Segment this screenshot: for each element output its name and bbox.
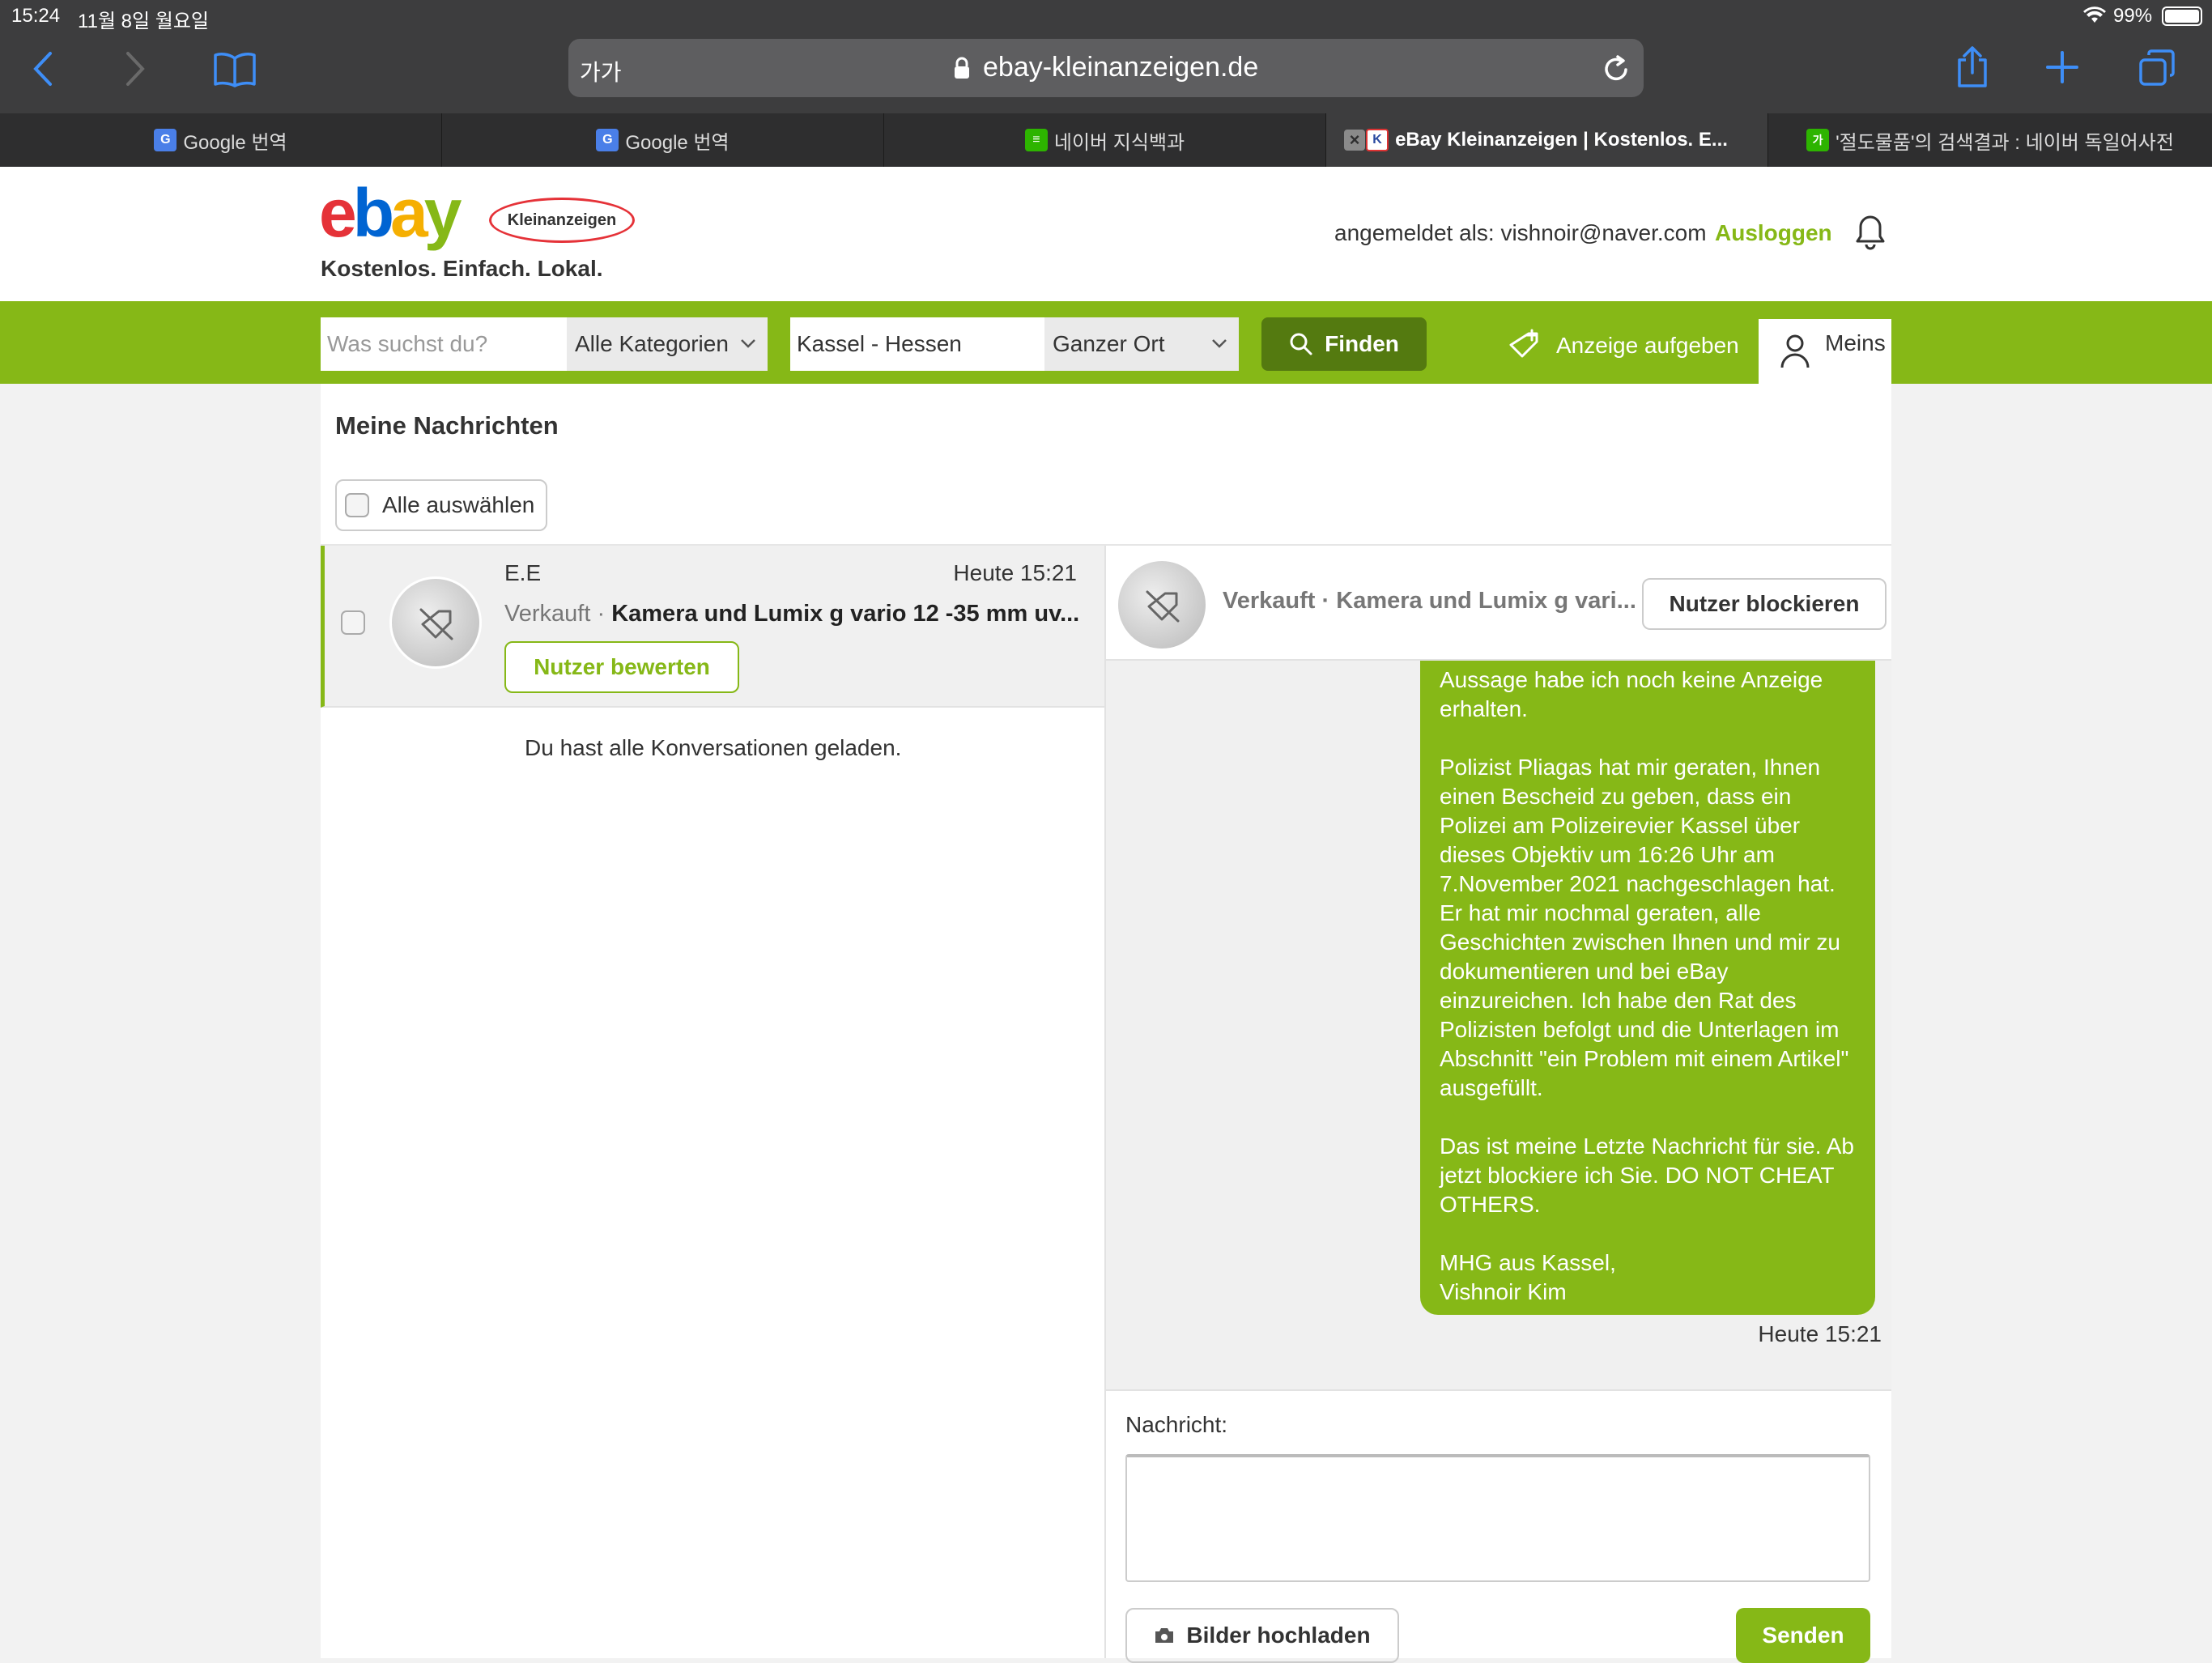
- browser-toolbar: 가가 ebay-kleinanzeigen.de: [0, 32, 2212, 113]
- message-paragraph: Aussage habe ich noch keine Anzeige erha…: [1440, 667, 1823, 721]
- compose-label: Nachricht:: [1125, 1412, 1228, 1437]
- battery-icon: [2162, 6, 2202, 26]
- tab-label: Google 번역: [625, 131, 730, 154]
- tab-naver-encyclopedia[interactable]: ≡ 네이버 지식백과: [884, 113, 1326, 167]
- add-tag-icon: [1509, 329, 1538, 358]
- message-time: Heute 15:21: [1758, 1321, 1882, 1346]
- tab-label: Google 번역: [183, 131, 287, 154]
- chat-header: Verkauft · Kamera und Lumix g vari... Nu…: [1106, 546, 1891, 661]
- address-bar[interactable]: 가가 ebay-kleinanzeigen.de: [568, 39, 1644, 97]
- select-all-label: Alle auswählen: [382, 492, 535, 517]
- reload-icon[interactable]: [1602, 53, 1631, 84]
- message-bubble: Aussage habe ich noch keine Anzeige erha…: [1420, 661, 1875, 1315]
- status-bar: 15:24 11월 8일 월요일 99%: [0, 0, 2212, 32]
- tab-google-translate-1[interactable]: G Google 번역: [0, 113, 442, 167]
- new-tab-icon[interactable]: [2045, 50, 2079, 84]
- conversation-checkbox[interactable]: [341, 610, 365, 635]
- bookmarks-icon[interactable]: [214, 52, 256, 87]
- chat-thread[interactable]: Aussage habe ich noch keine Anzeige erha…: [1106, 661, 1891, 1389]
- no-image-tag-icon: [1146, 590, 1180, 623]
- message-paragraph: Polizist Pliagas hat mir geraten, Ihnen …: [1440, 755, 1849, 1100]
- message-textarea[interactable]: [1125, 1454, 1870, 1582]
- tab-label: '절도물품'의 검색결과 : 네이버 독일어사전: [1836, 131, 2174, 154]
- sold-status: Verkauft: [504, 601, 591, 627]
- reader-text-size-button[interactable]: 가가: [580, 55, 622, 87]
- block-user-button[interactable]: Nutzer blockieren: [1642, 578, 1887, 630]
- subject-separator: ·: [597, 601, 606, 627]
- category-select-value: Alle Kategorien: [575, 331, 729, 356]
- chevron-down-icon: [741, 339, 755, 348]
- search-bar: Was suchst du? Alle Kategorien Kassel - …: [0, 301, 2212, 384]
- share-icon[interactable]: [1955, 45, 1990, 89]
- no-image-tag-icon: [419, 608, 453, 640]
- google-translate-icon: G: [596, 129, 619, 151]
- ebay-k-icon: K: [1366, 129, 1389, 151]
- forward-icon[interactable]: [123, 50, 147, 87]
- wifi-icon: [2083, 6, 2106, 23]
- tab-naver-dictionary[interactable]: 가 '절도물품'의 검색결과 : 네이버 독일어사전: [1768, 113, 2212, 167]
- status-time: 15:24: [11, 5, 61, 27]
- site-header: ebay Kleinanzeigen Kostenlos. Einfach. L…: [0, 167, 2212, 301]
- url-text: ebay-kleinanzeigen.de: [983, 52, 1259, 83]
- chat-subject: Kamera und Lumix g vari...: [1336, 588, 1636, 614]
- chat-sold-status: Verkauft: [1223, 588, 1316, 614]
- chat-avatar: [1116, 559, 1208, 651]
- find-button[interactable]: Finden: [1261, 317, 1427, 371]
- upload-images-button[interactable]: Bilder hochladen: [1125, 1608, 1399, 1663]
- search-input[interactable]: Was suchst du?: [321, 317, 567, 371]
- send-button[interactable]: Senden: [1736, 1608, 1870, 1663]
- naver-dictionary-icon: 가: [1806, 129, 1830, 151]
- back-icon[interactable]: [31, 50, 55, 87]
- upload-images-label: Bilder hochladen: [1186, 1623, 1371, 1648]
- tagline: Kostenlos. Einfach. Lokal.: [321, 256, 603, 281]
- conversation-item[interactable]: E.E Heute 15:21 Verkauft · Kamera und Lu…: [321, 546, 1104, 708]
- avatar: [389, 576, 482, 669]
- all-loaded-text: Du hast alle Konversationen geladen.: [525, 735, 902, 760]
- logged-in-as: angemeldet als: vishnoir@naver.com: [1334, 220, 1707, 245]
- bell-icon[interactable]: [1854, 214, 1887, 251]
- naver-encyclopedia-icon: ≡: [1024, 129, 1048, 151]
- message-paragraph: MHG aus Kassel, Vishnoir Kim: [1440, 1250, 1616, 1304]
- search-icon: [1290, 333, 1312, 355]
- ebay-logo[interactable]: ebay: [319, 177, 462, 249]
- tab-label: eBay Kleinanzeigen | Kostenlos. E...: [1395, 129, 1728, 151]
- close-tab-icon[interactable]: ×: [1344, 130, 1365, 151]
- mine-tab[interactable]: Meins: [1759, 319, 1891, 384]
- battery-percent: 99%: [2113, 5, 2153, 27]
- select-all-checkbox[interactable]: [345, 493, 369, 517]
- tab-ebay-kleinanzeigen[interactable]: × K eBay Kleinanzeigen | Kostenlos. E...: [1326, 113, 1768, 167]
- radius-select-value: Ganzer Ort: [1053, 331, 1165, 356]
- select-all-button[interactable]: Alle auswählen: [335, 479, 547, 531]
- rate-user-button[interactable]: Nutzer bewerten: [504, 641, 739, 693]
- conversation-subject-line: Verkauft · Kamera und Lumix g vario 12 -…: [504, 601, 1079, 627]
- conversation-partner-name: E.E: [504, 560, 542, 585]
- category-select[interactable]: Alle Kategorien: [567, 317, 768, 371]
- camera-icon: [1155, 1628, 1174, 1643]
- conversation-subject: Kamera und Lumix g vario 12 -35 mm uv...: [611, 601, 1080, 627]
- tab-label: 네이버 지식백과: [1053, 131, 1185, 154]
- find-button-label: Finden: [1325, 331, 1399, 356]
- page-title: Meine Nachrichten: [335, 411, 559, 440]
- tab-google-translate-2[interactable]: G Google 번역: [442, 113, 884, 167]
- compose-area: Nachricht: Bilder hochladen Senden: [1106, 1389, 1891, 1663]
- mine-label: Meins: [1825, 330, 1886, 355]
- conversation-time: Heute 15:21: [953, 560, 1077, 585]
- user-icon: [1780, 334, 1810, 368]
- chevron-down-icon: [1212, 339, 1227, 348]
- chat-subject-separator: ·: [1321, 588, 1330, 614]
- kleinanzeigen-badge: Kleinanzeigen: [489, 198, 635, 243]
- location-input[interactable]: Kassel - Hessen: [790, 317, 1044, 371]
- google-translate-icon: G: [154, 129, 177, 151]
- lock-icon: [955, 57, 969, 79]
- post-ad-link[interactable]: Anzeige aufgeben: [1508, 325, 1739, 366]
- chat-subject-line: Verkauft · Kamera und Lumix g vari...: [1223, 588, 1636, 615]
- logout-link[interactable]: Ausloggen: [1715, 220, 1832, 246]
- post-ad-label: Anzeige aufgeben: [1556, 333, 1739, 358]
- message-paragraph: Das ist meine Letzte Nachricht für sie. …: [1440, 1133, 1854, 1217]
- tab-strip: G Google 번역 G Google 번역 ≡ 네이버 지식백과 × K e…: [0, 113, 2212, 167]
- status-date: 11월 8일 월요일: [78, 11, 209, 32]
- tabs-overview-icon[interactable]: [2138, 49, 2176, 87]
- radius-select[interactable]: Ganzer Ort: [1044, 317, 1239, 371]
